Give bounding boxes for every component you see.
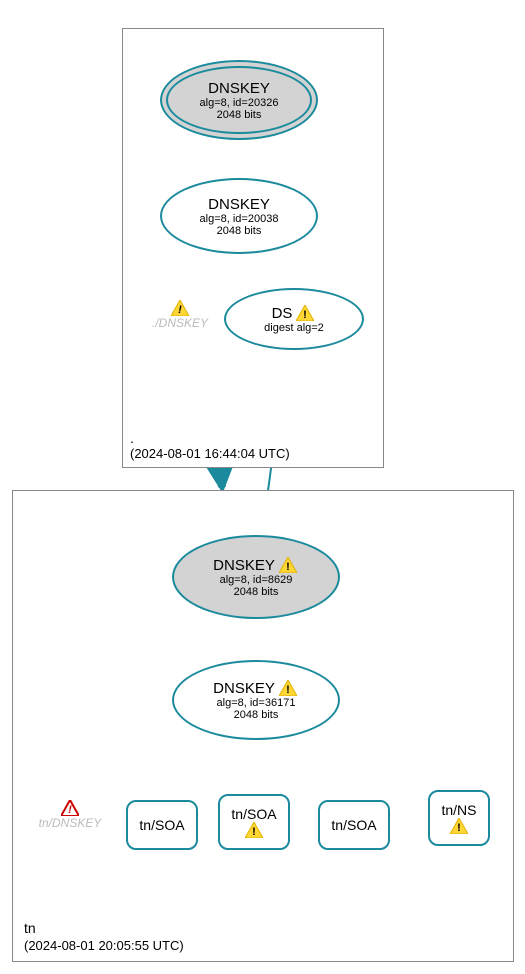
warning-icon: ! <box>279 557 297 573</box>
node-root-ksk[interactable]: DNSKEY alg=8, id=20326 2048 bits <box>160 60 318 140</box>
ghost-tn-dnskey-label: tn/DNSKEY <box>39 816 102 830</box>
node-tn-ksk-line1: alg=8, id=8629 <box>220 574 293 586</box>
warning-icon: ! <box>296 305 314 321</box>
node-root-zsk-line2: 2048 bits <box>217 225 262 237</box>
node-root-ksk-title: DNSKEY <box>208 80 270 97</box>
zone-tn-timestamp: (2024-08-01 20:05:55 UTC) <box>24 938 184 953</box>
zone-root-timestamp: (2024-08-01 16:44:04 UTC) <box>130 446 290 461</box>
svg-text:!: ! <box>304 309 308 321</box>
node-rr2[interactable]: tn/SOA ! <box>218 794 290 850</box>
node-root-zsk[interactable]: DNSKEY alg=8, id=20038 2048 bits <box>160 178 318 254</box>
svg-text:!: ! <box>178 304 182 316</box>
warning-icon: ! <box>171 300 189 316</box>
zone-tn-name: tn <box>24 920 36 936</box>
warning-icon: ! <box>245 822 263 838</box>
ghost-tn-dnskey: ! tn/DNSKEY <box>30 800 110 830</box>
error-icon: ! <box>61 800 79 816</box>
ghost-root-dnskey-label: ./DNSKEY <box>152 316 208 330</box>
node-ds-title: DS <box>272 305 293 322</box>
node-rr3[interactable]: tn/SOA <box>318 800 390 850</box>
warning-icon: ! <box>279 680 297 696</box>
node-tn-zsk-title: DNSKEY <box>213 680 275 697</box>
node-tn-zsk-line1: alg=8, id=36171 <box>217 697 296 709</box>
node-tn-zsk-line2: 2048 bits <box>234 709 279 721</box>
node-rr1-label: tn/SOA <box>139 817 184 833</box>
node-tn-ksk[interactable]: DNSKEY ! alg=8, id=8629 2048 bits <box>172 535 340 619</box>
warning-icon: ! <box>450 818 468 834</box>
svg-text:!: ! <box>68 804 72 816</box>
node-tn-ksk-line2: 2048 bits <box>234 586 279 598</box>
node-rr2-label: tn/SOA <box>231 806 276 822</box>
node-rr1[interactable]: tn/SOA <box>126 800 198 850</box>
node-root-zsk-title: DNSKEY <box>208 196 270 213</box>
node-tn-ksk-title: DNSKEY <box>213 557 275 574</box>
node-rr4-label: tn/NS <box>441 802 476 818</box>
svg-text:!: ! <box>457 822 461 834</box>
zone-root-name: . <box>130 430 134 446</box>
node-ds[interactable]: DS ! digest alg=2 <box>224 288 364 350</box>
node-rr3-label: tn/SOA <box>331 817 376 833</box>
node-root-ksk-line2: 2048 bits <box>217 109 262 121</box>
node-root-ksk-line1: alg=8, id=20326 <box>200 97 279 109</box>
node-root-zsk-line1: alg=8, id=20038 <box>200 213 279 225</box>
node-tn-zsk[interactable]: DNSKEY ! alg=8, id=36171 2048 bits <box>172 660 340 740</box>
svg-text:!: ! <box>252 826 256 838</box>
ghost-root-dnskey: ! ./DNSKEY <box>145 300 215 330</box>
svg-text:!: ! <box>286 684 290 696</box>
node-ds-line1: digest alg=2 <box>264 322 324 334</box>
node-rr4[interactable]: tn/NS ! <box>428 790 490 846</box>
svg-text:!: ! <box>286 561 290 573</box>
